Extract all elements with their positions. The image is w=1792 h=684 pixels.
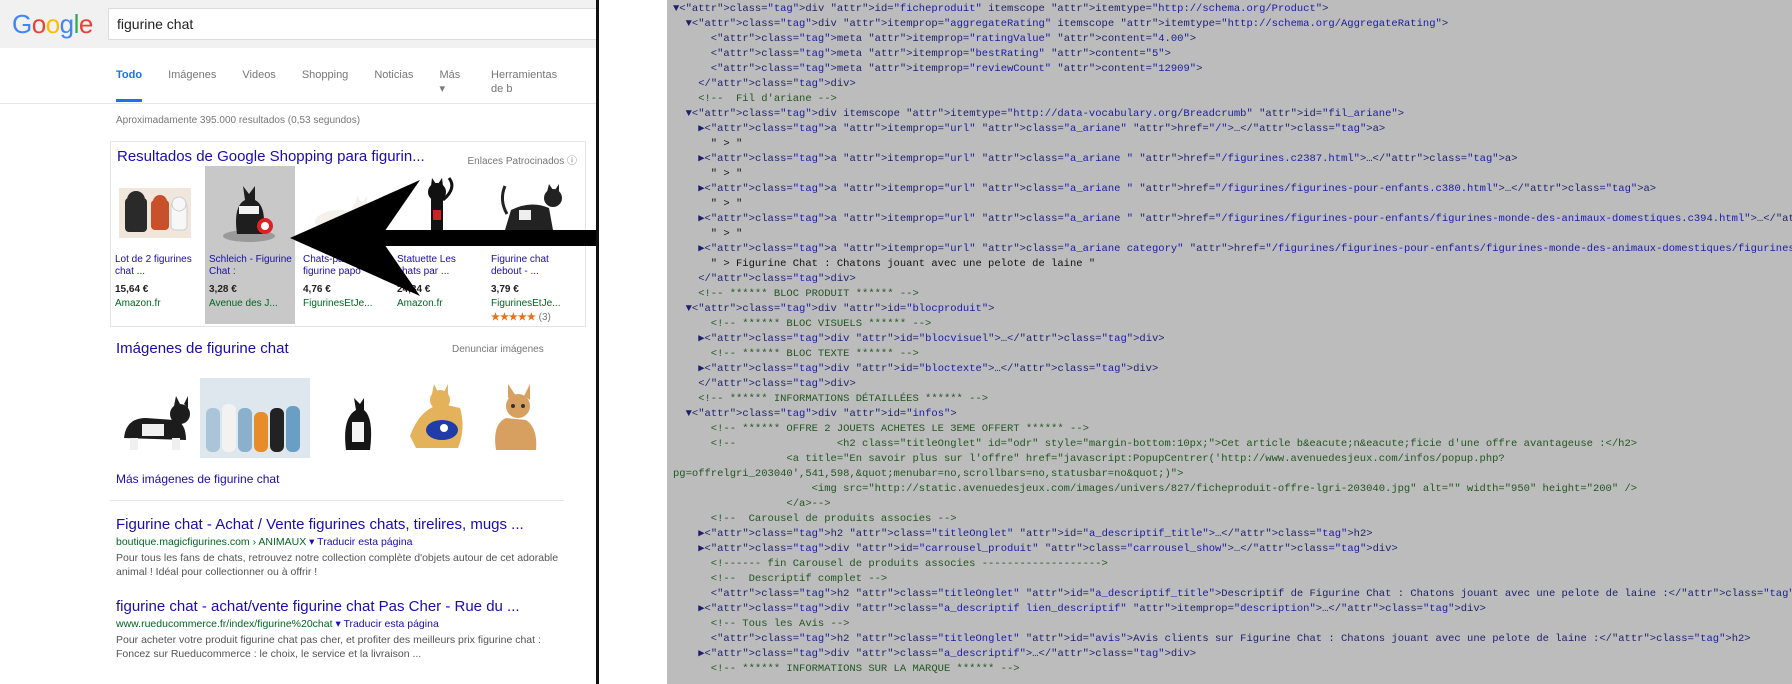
dom-tree-line[interactable]: <!-- ****** INFORMATIONS SUR LA MARQUE *… xyxy=(673,662,1020,677)
dom-tree-line[interactable]: " > " xyxy=(673,167,743,182)
dom-tree-line[interactable]: ▶<"attr">class="tag">a "attr">itemprop="… xyxy=(673,212,1792,227)
dom-tree-line[interactable]: ▶<"attr">class="tag">h2 "attr">class="ti… xyxy=(673,527,1372,542)
image-thumbnail[interactable] xyxy=(116,378,200,458)
dom-tree-line[interactable]: <!-- Fil d'ariane --> xyxy=(673,92,837,107)
translate-link[interactable]: ▾ Traducir esta página xyxy=(335,618,438,630)
dom-tree: ▼<"attr">class="tag">div "attr">id="fich… xyxy=(667,0,1792,684)
dom-tree-line[interactable]: ▶<"attr">class="tag">div "attr">id="bloc… xyxy=(673,362,1158,377)
dom-tree-line[interactable]: </a>--> xyxy=(673,497,830,512)
annotation-arrow-icon xyxy=(290,180,654,296)
dom-tree-line[interactable]: <!-- Tous les Avis --> xyxy=(673,617,850,632)
dom-tree-line[interactable]: ▶<"attr">class="tag">div "attr">class="a… xyxy=(673,602,1486,617)
result-url: www.rueducommerce.fr/index/figurine%20ch… xyxy=(116,618,576,630)
result-title[interactable]: Figurine chat - Achat / Vente figurines … xyxy=(116,516,576,533)
dom-tree-line[interactable]: ▶<"attr">class="tag">div "attr">class="a… xyxy=(673,647,1196,662)
dom-tree-line[interactable]: ▼<"attr">class="tag">div "attr">id="bloc… xyxy=(673,302,995,317)
dom-tree-line[interactable]: <"attr">class="tag">meta "attr">itemprop… xyxy=(673,32,1196,47)
translate-link[interactable]: ▾ Traducir esta página xyxy=(309,536,412,548)
dom-tree-line[interactable]: ▶<"attr">class="tag">div "attr">id="bloc… xyxy=(673,332,1164,347)
dom-tree-line[interactable]: ▶<"attr">class="tag">div "attr">id="carr… xyxy=(673,542,1398,557)
image-thumbnail[interactable] xyxy=(400,378,474,458)
dom-tree-line[interactable]: <!------ fin Carousel de produits associ… xyxy=(673,557,1108,572)
dom-tree-line[interactable]: ▶<"attr">class="tag">a "attr">itemprop="… xyxy=(673,242,1792,257)
dom-tree-line[interactable]: ▼<"attr">class="tag">div itemscope "attr… xyxy=(673,107,1404,122)
dom-tree-line[interactable]: <"attr">class="tag">h2 "attr">class="tit… xyxy=(673,632,1751,647)
image-thumbnail[interactable] xyxy=(484,378,548,458)
dom-tree-line[interactable]: ▼<"attr">class="tag">div "attr">id="fich… xyxy=(673,2,1328,17)
dom-tree-line[interactable]: <img src="http://static.avenuedesjeux.co… xyxy=(673,482,1637,497)
dom-tree-line[interactable]: " > " xyxy=(673,137,743,152)
dom-tree-line[interactable]: <!-- ****** INFORMATIONS DÉTAILLÉES ****… xyxy=(673,392,988,407)
dom-tree-line[interactable]: <!-- ****** BLOC TEXTE ****** --> xyxy=(673,347,919,362)
dom-tree-line[interactable]: <"attr">class="tag">meta "attr">itemprop… xyxy=(673,62,1203,77)
dom-tree-line[interactable]: <a title="En savoir plus sur l'offre" hr… xyxy=(673,452,1504,467)
dom-tree-line[interactable]: </"attr">class="tag">div> xyxy=(673,272,856,287)
image-thumbnail[interactable] xyxy=(330,378,386,458)
dom-tree-line[interactable]: ▶<"attr">class="tag">a "attr">itemprop="… xyxy=(673,182,1656,197)
more-images-link[interactable]: Más imágenes de figurine chat xyxy=(116,472,279,486)
result-snippet: Pour tous les fans de chats, retrouvez n… xyxy=(116,552,559,578)
dom-tree-line[interactable]: </"attr">class="tag">div> xyxy=(673,77,856,92)
organic-result: figurine chat - achat/vente figurine cha… xyxy=(116,598,576,661)
result-title[interactable]: figurine chat - achat/vente figurine cha… xyxy=(116,598,576,615)
dom-tree-line[interactable]: <"attr">class="tag">h2 "attr">class="tit… xyxy=(673,587,1792,602)
devtools-elements-panel: ▼<"attr">class="tag">div "attr">id="fich… xyxy=(599,0,1792,684)
rating-stars: ★★★★★ (3) xyxy=(491,312,551,323)
dom-tree-line[interactable]: ▶<"attr">class="tag">a "attr">itemprop="… xyxy=(673,122,1385,137)
images-title[interactable]: Imágenes de figurine chat xyxy=(116,340,289,357)
dom-tree-line[interactable]: </"attr">class="tag">div> xyxy=(673,377,856,392)
dom-tree-line[interactable]: <!-- Carousel de produits associes --> xyxy=(673,512,957,527)
dom-tree-line[interactable]: <!-- Descriptif complet --> xyxy=(673,572,887,587)
dom-tree-line[interactable]: <!-- ****** BLOC VISUELS ****** --> xyxy=(673,317,932,332)
dom-tree-line[interactable]: " > " xyxy=(673,227,743,242)
dom-tree-line[interactable]: ▶<"attr">class="tag">a "attr">itemprop="… xyxy=(673,152,1517,167)
dom-tree-line[interactable]: <!-- <h2 class="titleOnglet" id="odr" st… xyxy=(673,437,1637,452)
organic-result: Figurine chat - Achat / Vente figurines … xyxy=(116,516,576,579)
dom-tree-line[interactable]: ▼<"attr">class="tag">div "attr">id="info… xyxy=(673,407,957,422)
report-images-link[interactable]: Denunciar imágenes xyxy=(452,344,544,355)
image-thumbnail[interactable] xyxy=(200,378,310,458)
result-snippet: Pour acheter votre produit figurine chat… xyxy=(116,634,541,660)
section-divider xyxy=(110,500,564,501)
dom-tree-line[interactable]: " > " xyxy=(673,197,743,212)
dom-tree-line[interactable]: ▼<"attr">class="tag">div "attr">itemprop… xyxy=(673,17,1449,32)
result-url-text: www.rueducommerce.fr/index/figurine%20ch… xyxy=(116,618,333,630)
dom-tree-line[interactable]: <!-- ****** BLOC PRODUIT ****** --> xyxy=(673,287,919,302)
result-url-text: boutique.magicfigurines.com › ANIMAUX xyxy=(116,536,307,548)
star-rating: ★★★★★ xyxy=(491,312,536,323)
dom-tree-line[interactable]: <"attr">class="tag">meta "attr">itemprop… xyxy=(673,47,1171,62)
result-url: boutique.magicfigurines.com › ANIMAUX ▾ … xyxy=(116,536,576,548)
dom-tree-line[interactable]: <!-- ****** OFFRE 2 JOUETS ACHETES LE 3E… xyxy=(673,422,1089,437)
review-count[interactable]: (3) xyxy=(539,312,551,323)
dom-tree-line[interactable]: " > Figurine Chat : Chatons jouant avec … xyxy=(673,257,1095,272)
dom-tree-line[interactable]: pg=offrelgri_203040',541,598,&quot;menub… xyxy=(673,467,1183,482)
